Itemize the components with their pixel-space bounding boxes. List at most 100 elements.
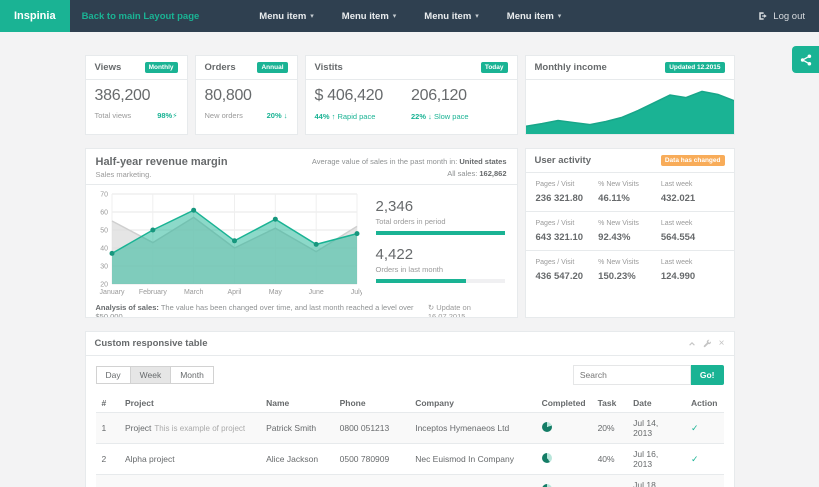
- views-percent: 98%: [157, 111, 172, 120]
- orders-card: Orders Annual 80,800 New orders 20% ↓: [195, 55, 298, 135]
- orders-percent: 20%: [267, 111, 282, 120]
- logout-label: Log out: [773, 11, 805, 22]
- all-sales-label: All sales:: [447, 169, 477, 178]
- menu-item-4[interactable]: Menu item ▾: [493, 0, 576, 32]
- bolt-icon: ⚡: [172, 111, 177, 120]
- name-cell: Alice Jackson: [260, 444, 334, 475]
- total-orders-progress-bar: [376, 231, 505, 235]
- svg-text:70: 70: [100, 192, 108, 199]
- date-cell: Jul 18, 2013: [627, 475, 685, 487]
- updated-badge: Updated 12.2015: [665, 62, 724, 73]
- project-cell: ProjectThis is example of project: [119, 413, 260, 444]
- last-week-value: 124.990: [661, 271, 724, 282]
- menu-item-1[interactable]: Menu item ▾: [245, 0, 328, 32]
- level-down-icon: ↓: [284, 111, 288, 120]
- new-visits-value: 46.11%: [598, 193, 661, 204]
- table-row: 3 Betha project John Smith 0800 1111 Era…: [96, 475, 724, 487]
- visits-right-percent: 22%: [411, 112, 426, 121]
- total-orders-progress: [376, 231, 505, 235]
- settings-button[interactable]: [703, 339, 712, 348]
- company-cell: Nec Euismod In Company: [409, 444, 535, 475]
- menu-item-label: Menu item: [424, 11, 471, 22]
- last-orders-label: Orders in last month: [376, 265, 505, 274]
- user-activity-title: User activity: [535, 155, 592, 166]
- menu-item-label: Menu item: [342, 11, 389, 22]
- range-button-group: Day Week Month: [96, 366, 214, 384]
- all-sales-value: 162,862: [479, 169, 506, 178]
- task-cell: 20%: [592, 413, 628, 444]
- check-icon[interactable]: ✓: [691, 454, 699, 464]
- project-cell: Betha project: [119, 475, 260, 487]
- caret-down-icon: ▾: [558, 12, 562, 20]
- collapse-button[interactable]: [688, 340, 696, 348]
- views-value: 386,200: [95, 87, 178, 105]
- share-icon: [800, 54, 812, 66]
- range-button-week[interactable]: Week: [130, 366, 172, 384]
- revenue-subtitle: Sales marketing.: [96, 170, 228, 179]
- row-num: 2: [96, 444, 119, 475]
- phone-cell: 0800 051213: [334, 413, 410, 444]
- total-orders-label: Total orders in period: [376, 217, 505, 226]
- menu-item-2[interactable]: Menu item ▾: [328, 0, 411, 32]
- refresh-icon: ↻: [428, 303, 434, 312]
- pages-visit-value: 236 321.80: [536, 193, 599, 204]
- col-header-completed: Completed: [536, 394, 592, 413]
- logout-button[interactable]: Log out: [744, 0, 819, 32]
- projects-table: # Project Name Phone Company Completed T…: [96, 394, 724, 487]
- completed-cell: [536, 475, 592, 487]
- project-cell: Alpha project: [119, 444, 260, 475]
- new-visits-value: 150.23%: [598, 271, 661, 282]
- search-go-button[interactable]: Go!: [691, 365, 724, 385]
- svg-text:June: June: [308, 289, 323, 296]
- action-cell: ✓: [685, 475, 723, 487]
- company-cell: Erat Volutpat: [409, 475, 535, 487]
- svg-text:20: 20: [100, 282, 108, 289]
- custom-table-panel: Custom responsive table × Day Week Month…: [85, 331, 735, 487]
- last-orders-value: 4,422: [376, 246, 505, 263]
- check-icon[interactable]: ✓: [691, 423, 699, 433]
- views-card-title: Views: [95, 62, 122, 73]
- theme-config-button[interactable]: [792, 46, 819, 73]
- monthly-income-chart: [526, 80, 734, 134]
- orders-label: New orders: [205, 111, 243, 120]
- level-down-icon: ↓: [428, 112, 432, 121]
- activity-row: Pages / Visit236 321.80 % New Visits46.1…: [526, 173, 734, 212]
- completed-cell: [536, 444, 592, 475]
- brand-logo[interactable]: Inspinia: [0, 0, 70, 32]
- income-card-title: Monthly income: [535, 62, 607, 73]
- svg-text:January: January: [99, 289, 124, 296]
- svg-text:40: 40: [100, 246, 108, 253]
- visits-value-left: $ 406,420: [315, 87, 412, 105]
- table-row: 2 Alpha project Alice Jackson 0500 78090…: [96, 444, 724, 475]
- stats-row: Views Monthly 386,200 Total views 98%⚡ O…: [85, 55, 735, 135]
- top-navbar: Inspinia Back to main Layout page Menu i…: [0, 0, 819, 32]
- back-to-layouts-link[interactable]: Back to main Layout page: [70, 0, 212, 32]
- svg-text:February: February: [138, 289, 167, 296]
- revenue-title: Half-year revenue margin: [96, 156, 228, 168]
- action-cell: ✓: [685, 444, 723, 475]
- avg-sales-country: United states: [459, 157, 506, 166]
- visits-left-percent: 44%: [315, 112, 330, 121]
- last-week-value: 432.021: [661, 193, 724, 204]
- svg-text:May: May: [268, 289, 282, 296]
- svg-text:July: July: [350, 289, 361, 296]
- last-orders-progress: [376, 279, 505, 283]
- search-input[interactable]: [573, 365, 691, 385]
- close-panel-button[interactable]: ×: [719, 339, 725, 349]
- table-panel-title: Custom responsive table: [95, 338, 208, 349]
- phone-cell: 0500 780909: [334, 444, 410, 475]
- col-header-project: Project: [119, 394, 260, 413]
- phone-cell: 0800 1111: [334, 475, 410, 487]
- table-row: 1 ProjectThis is example of project Patr…: [96, 413, 724, 444]
- row-num: 1: [96, 413, 119, 444]
- menu-item-label: Menu item: [259, 11, 306, 22]
- range-button-month[interactable]: Month: [170, 366, 214, 384]
- revenue-panel: Half-year revenue margin Sales marketing…: [85, 148, 518, 318]
- activity-row: Pages / Visit643 321.10 % New Visits92.4…: [526, 212, 734, 251]
- menu-item-3[interactable]: Menu item ▾: [410, 0, 493, 32]
- company-cell: Inceptos Hymenaeos Ltd: [409, 413, 535, 444]
- range-button-day[interactable]: Day: [96, 366, 131, 384]
- col-header-company: Company: [409, 394, 535, 413]
- pages-visit-value: 436 547.20: [536, 271, 599, 282]
- caret-down-icon: ▾: [310, 12, 314, 20]
